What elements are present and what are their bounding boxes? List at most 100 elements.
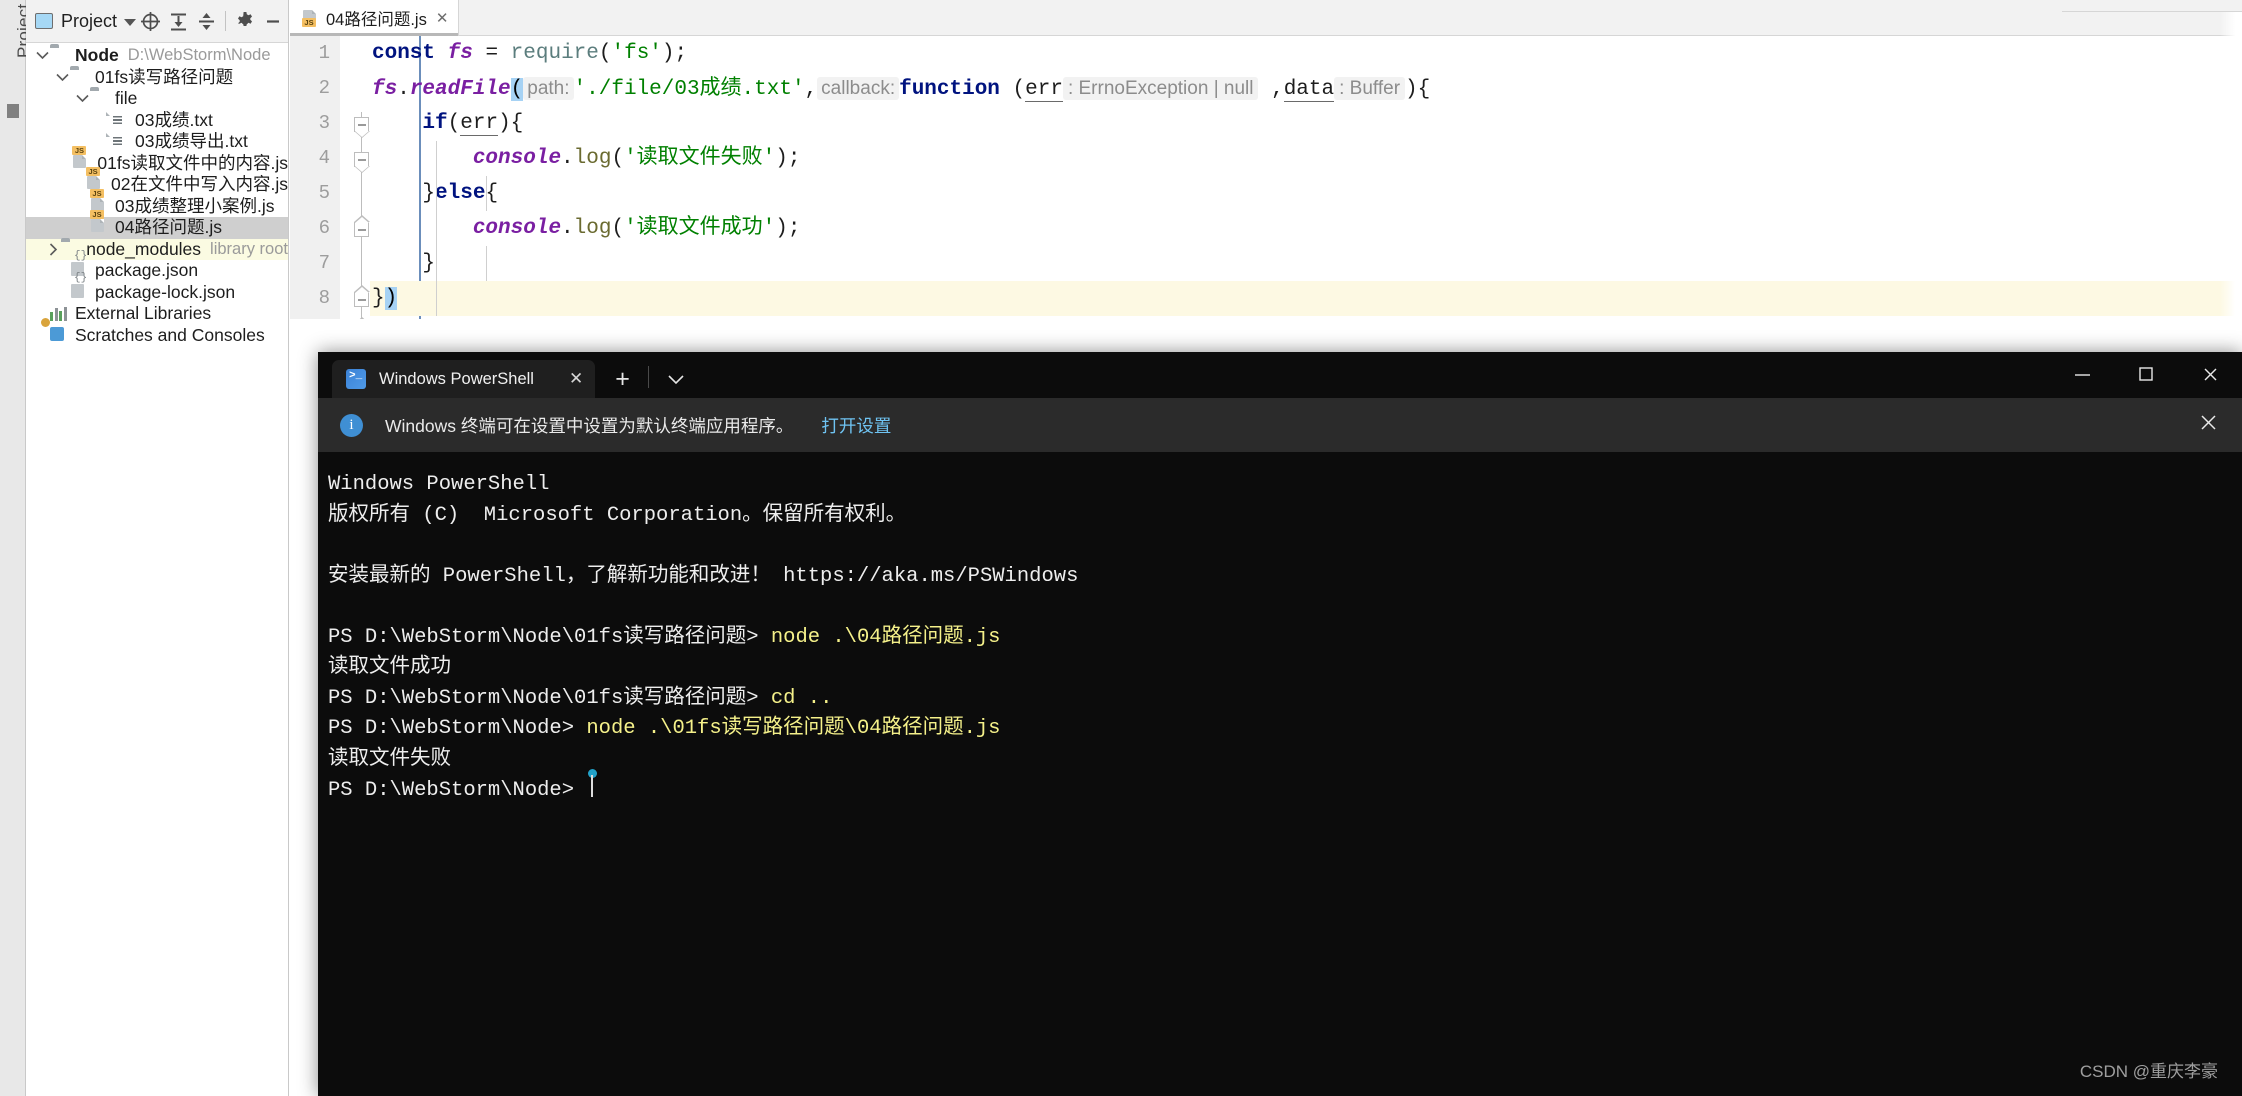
tree-item-icon	[50, 305, 69, 322]
brace-open-2: ){	[1405, 78, 1431, 101]
twist-spacer	[34, 327, 50, 343]
minimize-button[interactable]	[2050, 353, 2114, 395]
terminal-tab[interactable]: Windows PowerShell ✕	[332, 360, 596, 398]
chevron-down-icon[interactable]	[74, 91, 90, 107]
line-number-gutter: 1 2 3 4 5 6 7 8	[290, 36, 340, 319]
kw-if: if	[422, 112, 448, 135]
method-readfile: readFile	[409, 78, 511, 101]
editor-tab-04path[interactable]: JS 04路径问题.js ✕	[290, 0, 460, 36]
fold-toggle-line7[interactable]	[354, 285, 370, 307]
tree-item-icon	[41, 317, 69, 344]
paren-close-6: );	[775, 217, 801, 240]
tree-item-13[interactable]: Scratches and Consoles	[26, 317, 288, 347]
tree-item-3[interactable]: 03成绩.txt	[26, 110, 288, 132]
close-icon[interactable]: ✕	[547, 369, 583, 389]
close-icon[interactable]: ✕	[434, 11, 449, 26]
console-line-7: PS D:\WebStorm\Node\01fs读写路径问题> cd ..	[328, 684, 2242, 715]
twist-spacer	[74, 198, 90, 214]
tree-item-8[interactable]: JS 04路径问题.js	[26, 210, 288, 239]
toolbar-stub	[2062, 0, 2242, 12]
locate-icon[interactable]	[136, 7, 164, 35]
param-err: err	[1025, 78, 1063, 102]
tree-item-label: Scratches and Consoles	[75, 324, 265, 345]
stripe-marker-icon	[7, 104, 19, 118]
twist-spacer	[54, 263, 70, 279]
maximize-button[interactable]	[2114, 353, 2178, 395]
terminal-output[interactable]: Windows PowerShell 版权所有 (C) Microsoft Cor…	[318, 452, 2242, 1096]
close-icon[interactable]	[2199, 413, 2218, 438]
string-fail: '读取文件失败'	[624, 147, 776, 170]
tree-item-11[interactable]: {} package-lock.json	[26, 272, 288, 304]
tree-item-icon	[70, 69, 89, 86]
indent-guide	[486, 176, 487, 211]
line-number-8: 8	[318, 287, 330, 309]
fold-gutter	[340, 36, 421, 319]
chevron-down-icon[interactable]	[54, 69, 70, 85]
tree-item-icon	[110, 133, 129, 150]
obj-fs: fs	[372, 78, 398, 101]
tree-item-5[interactable]: JS 01fs读取文件中的内容.js	[26, 145, 288, 175]
twist-spacer	[70, 177, 86, 193]
brace-open-5: {	[485, 182, 499, 205]
line-number-4: 4	[318, 147, 330, 169]
project-stripe-label: Project	[14, 4, 26, 58]
string-path: './file/03成绩.txt'	[573, 78, 805, 101]
chevron-down-icon[interactable]	[667, 372, 685, 389]
twist-spacer	[56, 155, 72, 171]
expand-all-icon[interactable]	[164, 7, 192, 35]
gear-icon[interactable]	[231, 7, 259, 35]
powershell-icon	[346, 369, 366, 389]
window-controls	[2050, 353, 2242, 395]
terminal-tab-title: Windows PowerShell	[379, 369, 534, 388]
tree-item-icon: {}	[70, 272, 89, 301]
titlebar-divider	[647, 366, 649, 388]
tree-item-2[interactable]: file	[26, 88, 288, 110]
info-icon: i	[340, 413, 363, 437]
brace-close-8: }	[372, 287, 385, 310]
hide-panel-icon[interactable]	[259, 7, 287, 35]
tree-item-4[interactable]: 03成绩导出.txt	[26, 131, 288, 153]
fold-toggle-line5[interactable]	[354, 215, 370, 237]
console-command: node .\04路径问题.js	[770, 625, 1001, 649]
code-editor[interactable]: 12345678 const fs = require('fs'); fs.re…	[290, 36, 2242, 319]
notice-text: Windows 终端可在设置中设置为默认终端应用程序。	[385, 415, 794, 436]
tree-item-6[interactable]: JS 02在文件中写入内容.js	[26, 167, 288, 196]
tree-item-label: 02在文件中写入内容.js	[111, 174, 288, 194]
console-prompt: PS D:\WebStorm\Node>	[328, 779, 587, 802]
project-window-icon	[35, 13, 53, 29]
param-hint-callback: callback:	[817, 77, 900, 100]
fold-toggle-line2[interactable]	[354, 117, 370, 138]
chevron-right-icon[interactable]	[45, 241, 61, 257]
new-tab-button[interactable]: +	[615, 367, 630, 392]
tree-item-10[interactable]: {} package.json	[26, 251, 288, 282]
fold-toggle-line3[interactable]	[354, 152, 370, 173]
code-line-2: fs.readFile(path: './file/03成绩.txt', callb…	[370, 71, 2242, 106]
tree-item-1[interactable]: 01fs读写路径问题	[26, 67, 288, 89]
twist-spacer	[54, 284, 70, 300]
paren-open-4: (	[611, 147, 625, 170]
close-button[interactable]	[2178, 353, 2242, 395]
chevron-down-icon[interactable]	[124, 18, 137, 26]
tree-item-7[interactable]: JS 03成绩整理小案例.js	[26, 188, 288, 218]
tree-item-icon	[50, 47, 69, 64]
project-stripe-button[interactable]: Project	[0, 4, 26, 94]
console-prompt: PS D:\WebStorm\Node\01fs读写路径问题>	[328, 625, 771, 649]
tree-item-9[interactable]: node_modules library root	[26, 238, 288, 260]
tree-item-0[interactable]: Node D:\WebStorm\Node	[26, 45, 288, 67]
line-number-1: 1	[318, 42, 330, 64]
kw-const: const	[372, 42, 436, 65]
tree-item-label: 03成绩整理小案例.js	[115, 195, 275, 216]
tree-item-label: 03成绩.txt	[135, 109, 213, 130]
powershell-titlebar[interactable]: Windows PowerShell ✕ +	[318, 352, 2242, 398]
project-tree: Node D:\WebStorm\Node 01fs读写路径问题 file 03成绩.t…	[26, 43, 288, 346]
console-prompt: PS D:\WebStorm\Node\01fs读写路径问题>	[328, 686, 771, 710]
console-line-4	[328, 592, 2242, 623]
collapse-all-icon[interactable]	[192, 7, 220, 35]
console-output-line: 安装最新的 PowerShell，了解新功能和改进！ https://aka.m…	[328, 564, 1079, 588]
chevron-down-icon[interactable]	[34, 48, 50, 64]
twist-spacer	[74, 220, 90, 236]
tree-item-12[interactable]: External Libraries	[26, 303, 288, 325]
code-line-6: console.log('读取文件成功');	[370, 211, 2242, 246]
open-settings-link[interactable]: 打开设置	[821, 413, 891, 438]
powershell-window: Windows PowerShell ✕ + i	[318, 352, 2242, 1096]
